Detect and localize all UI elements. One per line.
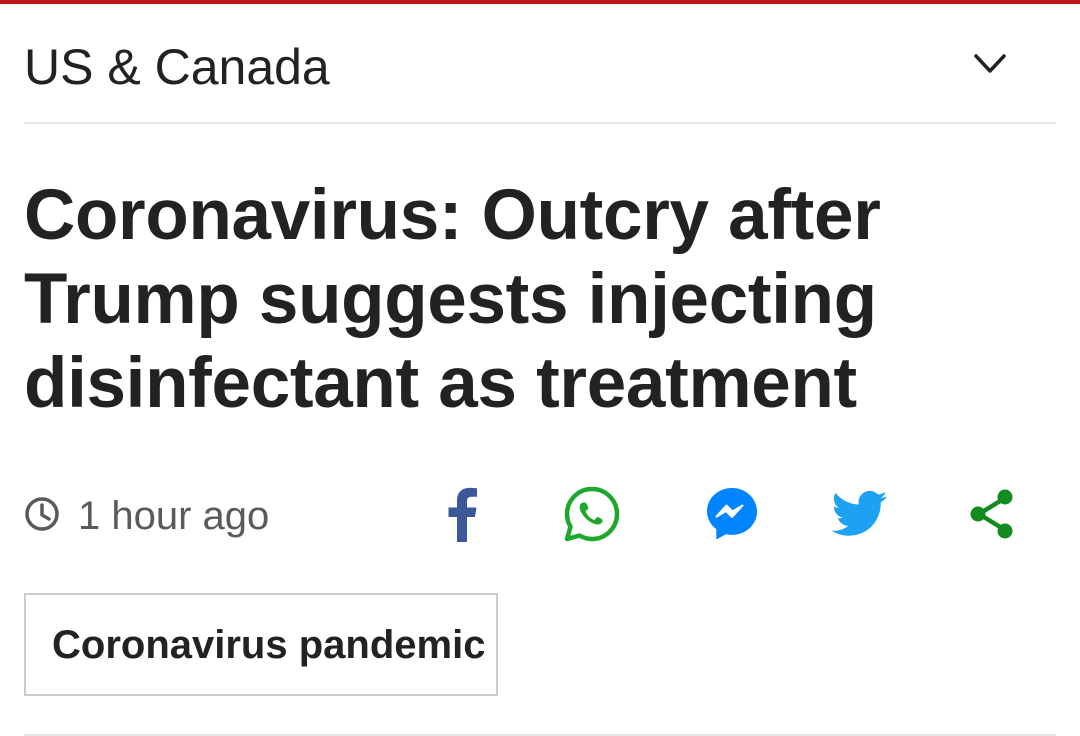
headline-line: Coronavirus: Outcry after: [24, 176, 881, 255]
chevron-down-icon: [973, 53, 1007, 80]
section-expand-button[interactable]: [968, 44, 1012, 88]
topic-tag-label: Coronavirus pandemic: [52, 622, 486, 667]
section-title[interactable]: US & Canada: [24, 38, 330, 96]
share-more-button[interactable]: [962, 486, 1022, 546]
topic-tag-coronavirus-pandemic[interactable]: Coronavirus pandemic: [24, 593, 498, 696]
share-whatsapp-button[interactable]: [562, 486, 622, 546]
article-meta-row: 1 hour ago: [24, 480, 1056, 552]
timestamp-text: 1 hour ago: [78, 494, 270, 538]
facebook-icon: [446, 486, 478, 547]
section-header[interactable]: US & Canada: [24, 4, 1056, 124]
share-twitter-button[interactable]: [830, 486, 890, 546]
clock-icon: [24, 496, 60, 537]
messenger-icon: [704, 485, 760, 548]
article-headline: Coronavirus: Outcry after Trump suggests…: [24, 174, 1044, 426]
headline-line: disinfectant as treatment: [24, 344, 857, 423]
headline-line: Trump suggests injecting: [24, 260, 877, 339]
timestamp: 1 hour ago: [24, 492, 269, 540]
share-messenger-button[interactable]: [702, 486, 762, 546]
whatsapp-icon: [563, 485, 621, 548]
twitter-icon: [831, 490, 888, 543]
share-facebook-button[interactable]: [432, 486, 492, 546]
share-icon: [966, 487, 1018, 546]
